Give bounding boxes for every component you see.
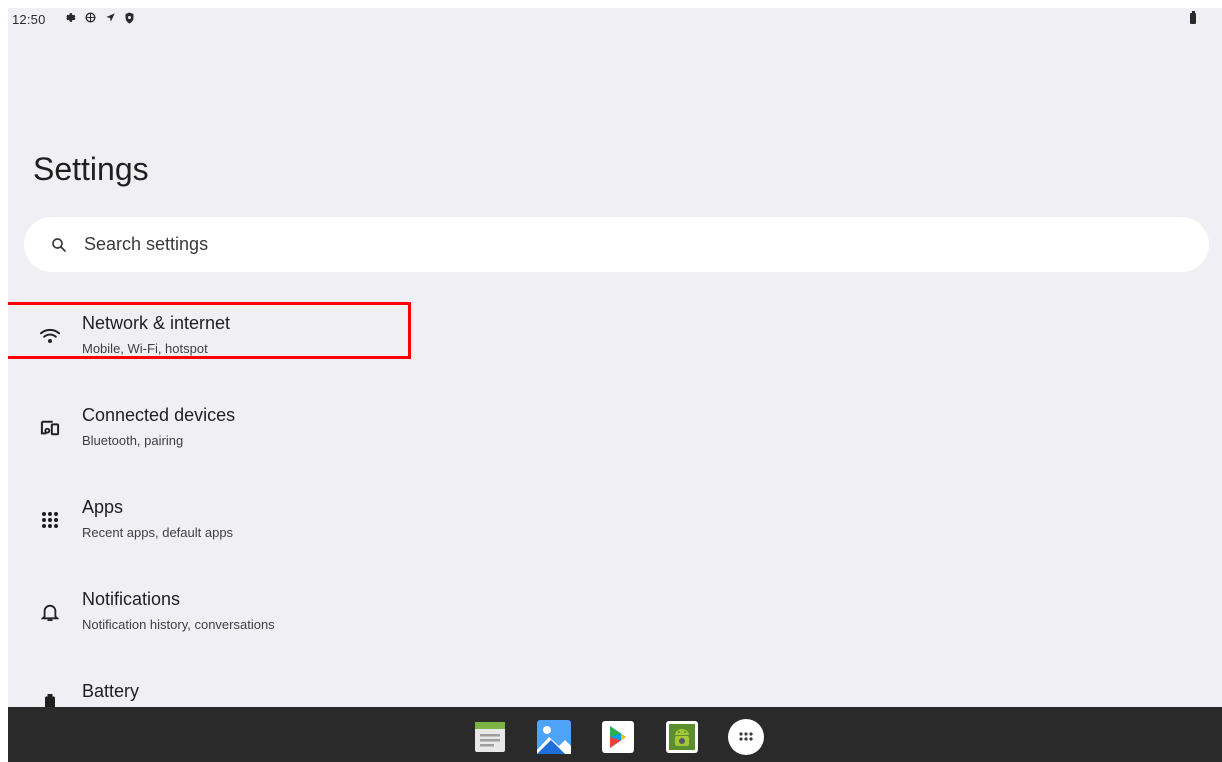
settings-item-subtitle: Bluetooth, pairing: [82, 433, 184, 448]
settings-item-title: Notifications: [82, 589, 181, 609]
location-arrow-icon: [105, 12, 116, 23]
android-settings-screen: 12:50 Settings Search settings Network &…: [8, 8, 1222, 762]
settings-item-subtitle: Mobile, Wi-Fi, hotspot: [82, 341, 208, 356]
settings-item-subtitle: Notification history, conversations: [82, 617, 275, 632]
settings-item-subtitle: Recent apps, default apps: [82, 525, 234, 540]
status-time: 12:50: [12, 12, 46, 27]
settings-item-notifications[interactable]: Notifications Notification history, conv…: [8, 580, 428, 672]
settings-item-apps[interactable]: Apps Recent apps, default apps: [8, 488, 428, 580]
search-icon: [49, 235, 69, 255]
sync-icon: [84, 11, 97, 24]
search-placeholder: Search settings: [84, 234, 209, 254]
page-title: Settings: [33, 151, 149, 187]
devices-icon: [38, 416, 62, 440]
app-drawer-icon[interactable]: [727, 718, 764, 755]
battery-status-icon: [1190, 11, 1196, 24]
wifi-icon: [38, 324, 62, 348]
settings-item-title: Battery: [82, 681, 140, 701]
play-store-icon[interactable]: [599, 718, 636, 755]
settings-item-connected-devices[interactable]: Connected devices Bluetooth, pairing: [8, 396, 428, 488]
settings-item-title: Connected devices: [82, 405, 236, 425]
settings-item-network[interactable]: Network & internet Mobile, Wi-Fi, hotspo…: [8, 302, 428, 396]
taskbar-apps: [471, 718, 764, 755]
photos-app-icon[interactable]: [535, 718, 572, 755]
bell-icon: [38, 600, 62, 624]
taskbar: [8, 707, 1222, 762]
notes-app-icon[interactable]: [471, 718, 508, 755]
android-app-icon[interactable]: [663, 718, 700, 755]
status-icons: [63, 11, 135, 24]
settings-list: Network & internet Mobile, Wi-Fi, hotspo…: [8, 302, 428, 762]
shield-icon: [124, 12, 135, 24]
apps-grid-icon: [38, 508, 62, 532]
settings-item-title: Apps: [82, 497, 124, 517]
search-bar[interactable]: Search settings: [24, 217, 1209, 272]
settings-gear-icon: [63, 11, 76, 24]
settings-item-title: Network & internet: [82, 313, 231, 333]
status-bar: 12:50: [8, 8, 1222, 32]
